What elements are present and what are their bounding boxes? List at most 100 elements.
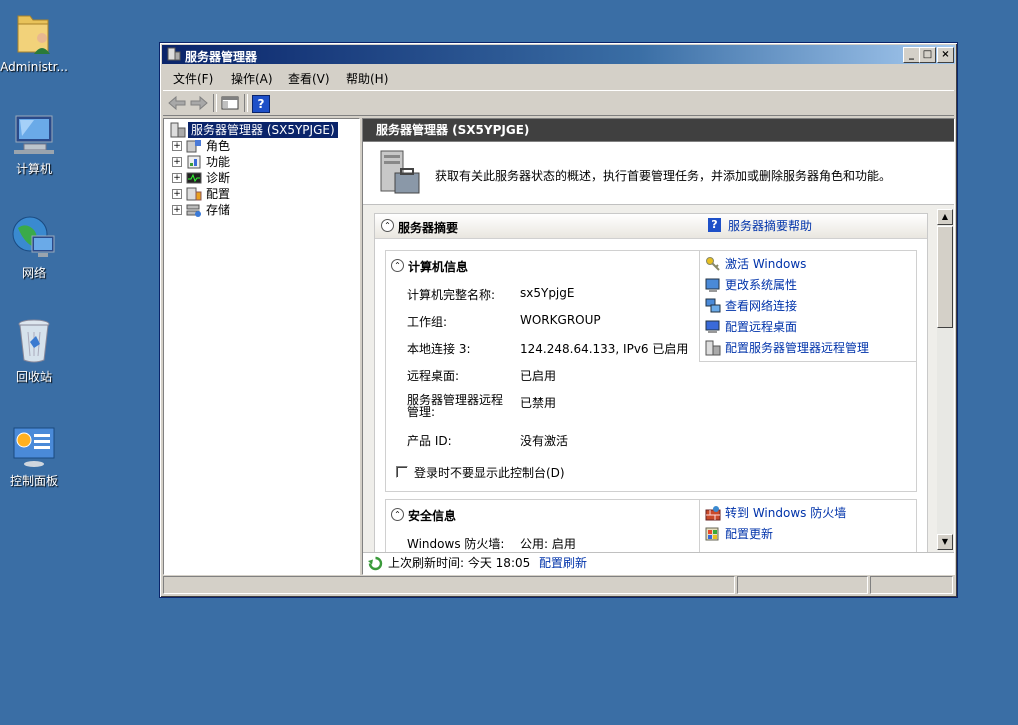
console-tree: 服务器管理器 (SX5YPJGE) + 角色 + 功能 + 诊断 + 配置 + …: [163, 118, 360, 575]
property-value: 公用: 启用: [520, 537, 576, 551]
property-value: WORKGROUP: [520, 313, 601, 327]
server-summary-header: ⌃ 服务器摘要 ? 服务器摘要帮助: [375, 214, 927, 239]
desktop-icon-network[interactable]: 网络: [0, 212, 72, 281]
window-title: 服务器管理器: [185, 50, 258, 64]
refresh-icon: [368, 556, 383, 571]
refresh-footer: 上次刷新时间: 今天 18:05 配置刷新: [363, 552, 954, 574]
menu-action[interactable]: 操作(A): [231, 70, 273, 87]
configuration-icon: [186, 187, 202, 201]
property-key: 远程桌面:: [407, 369, 460, 383]
maximize-button[interactable]: □: [919, 47, 936, 63]
status-cell: [737, 576, 868, 594]
menu-help[interactable]: 帮助(H): [346, 70, 388, 87]
minimize-button[interactable]: _: [903, 47, 920, 63]
scroll-down-button[interactable]: ▼: [937, 534, 953, 550]
windows-update-icon: [705, 527, 719, 541]
desktop-icon-label: 网络: [21, 266, 46, 280]
server-manager-app-icon: [167, 47, 181, 61]
scroll-thumb[interactable]: [937, 226, 953, 328]
property-key: 计算机完整名称:: [407, 288, 496, 302]
details-pane: 服务器管理器 (SX5YPJGE) 获取有关此服务器状态的概述，执行首要管理任务…: [362, 118, 955, 575]
computer-info-left: ⌃ 计算机信息 计算机完整名称: sx5YpjgE 工作组: WORKGROUP…: [386, 251, 699, 491]
security-info-panel: ⌃ 安全信息 Windows 防火墙: 公用: 启用 转到 Windows 防火…: [385, 499, 917, 552]
recycle-bin-icon: [18, 319, 50, 363]
collapse-icon[interactable]: ⌃: [381, 219, 394, 232]
desktop-icon-administrator[interactable]: Administr...: [0, 8, 72, 74]
expand-toggle[interactable]: +: [172, 189, 182, 199]
features-icon: [187, 155, 201, 169]
intro-banner: 获取有关此服务器状态的概述，执行首要管理任务，并添加或删除服务器角色和功能。: [363, 142, 954, 205]
desktop-icon-computer[interactable]: 计算机: [0, 112, 72, 177]
toolbar-separator: [244, 94, 248, 112]
computer-info-tasks: 激活 Windows 更改系统属性 查看网络连接 配置远程桌面 配置服务器管理器…: [699, 251, 916, 362]
property-key: 工作组:: [407, 315, 448, 329]
server-icon: [705, 340, 721, 356]
system-properties-icon: [705, 278, 720, 292]
tree-item-label: 功能: [206, 155, 231, 169]
tree-item-label: 服务器管理器 (SX5YPJGE): [187, 121, 339, 139]
computer-icon: [14, 115, 54, 154]
server-toolbox-icon: [380, 150, 420, 194]
tree-item-label: 诊断: [206, 171, 231, 185]
intro-text: 获取有关此服务器状态的概述，执行首要管理任务，并添加或删除服务器角色和功能。: [435, 169, 892, 183]
last-refresh-text: 上次刷新时间: 今天 18:05: [388, 556, 531, 570]
server-summary-section: ⌃ 服务器摘要 ? 服务器摘要帮助 ⌃ 计算机信息 计算机完整名称: sx5Yp…: [374, 213, 928, 552]
server-icon: [170, 122, 186, 138]
configure-refresh-link[interactable]: 配置刷新: [539, 553, 587, 574]
key-icon: [706, 257, 720, 271]
server-manager-window[interactable]: 服务器管理器 _ □ × 文件(F) 操作(A) 查看(V) 帮助(H) ? 服…: [159, 42, 958, 598]
property-value: 没有激活: [520, 434, 569, 448]
remote-desktop-icon: [705, 320, 720, 333]
computer-info-panel: ⌃ 计算机信息 计算机完整名称: sx5YpjgE 工作组: WORKGROUP…: [385, 250, 917, 492]
checkbox-label: 登录时不要显示此控制台(D): [414, 466, 565, 480]
control-panel-icon: [13, 427, 55, 467]
toolbar-separator: [213, 94, 217, 112]
desktop-icon-label: 计算机: [15, 162, 52, 176]
property-value: 124.248.64.133, IPv6 已启用: [520, 342, 689, 356]
title-bar[interactable]: 服务器管理器 _ □ ×: [162, 45, 955, 64]
menu-file[interactable]: 文件(F): [173, 70, 213, 87]
network-connections-icon: [705, 298, 721, 313]
expand-toggle[interactable]: +: [172, 205, 182, 215]
tree-item-label: 角色: [206, 139, 231, 153]
security-info-title: 安全信息: [408, 509, 457, 523]
details-header: 服务器管理器 (SX5YPJGE): [363, 119, 954, 142]
collapse-icon[interactable]: ⌃: [391, 508, 404, 521]
expand-toggle[interactable]: +: [172, 157, 182, 167]
collapse-icon[interactable]: ⌃: [391, 259, 404, 272]
desktop-icon-recycle-bin[interactable]: 回收站: [0, 318, 72, 385]
status-bar: [163, 576, 954, 594]
desktop-icon-label: Administr...: [0, 60, 68, 74]
desktop-icon-label: 回收站: [15, 370, 52, 384]
scroll-up-button[interactable]: ▲: [937, 209, 953, 225]
help-icon: ?: [708, 218, 721, 232]
property-value: sx5YpjgE: [520, 286, 575, 300]
property-key: Windows 防火墙:: [407, 537, 505, 551]
expand-toggle[interactable]: +: [172, 141, 182, 151]
vertical-scrollbar[interactable]: ▲ ▼: [937, 209, 953, 550]
dont-show-at-logon-checkbox[interactable]: [396, 466, 408, 478]
storage-icon: [186, 204, 201, 217]
user-folder-icon: [17, 15, 50, 54]
tree-item-label: 配置: [206, 187, 231, 201]
desktop-icon-label: 控制面板: [9, 474, 58, 488]
desktop-icon-control-panel[interactable]: 控制面板: [0, 424, 72, 489]
firewall-icon: [705, 506, 721, 521]
menu-bar: 文件(F) 操作(A) 查看(V) 帮助(H): [163, 67, 954, 88]
security-info-tasks: 转到 Windows 防火墙 配置更新: [699, 500, 916, 552]
forward-arrow-icon[interactable]: [189, 94, 209, 112]
summary-scroll-area[interactable]: ⌃ 服务器摘要 ? 服务器摘要帮助 ⌃ 计算机信息 计算机完整名称: sx5Yp…: [363, 205, 954, 552]
property-key: 产品 ID:: [407, 434, 452, 448]
property-value: 已禁用: [520, 396, 557, 410]
back-arrow-icon[interactable]: [167, 94, 187, 112]
status-cell: [163, 576, 735, 594]
property-value: 已启用: [520, 369, 557, 383]
help-icon[interactable]: ?: [252, 95, 270, 113]
show-hide-console-tree-icon[interactable]: [220, 94, 240, 112]
tree-item-label: 存储: [206, 203, 231, 217]
diagnostics-icon: [186, 172, 202, 184]
close-button[interactable]: ×: [937, 47, 954, 63]
expand-toggle[interactable]: +: [172, 173, 182, 183]
menu-view[interactable]: 查看(V): [288, 70, 330, 87]
status-cell: [870, 576, 953, 594]
